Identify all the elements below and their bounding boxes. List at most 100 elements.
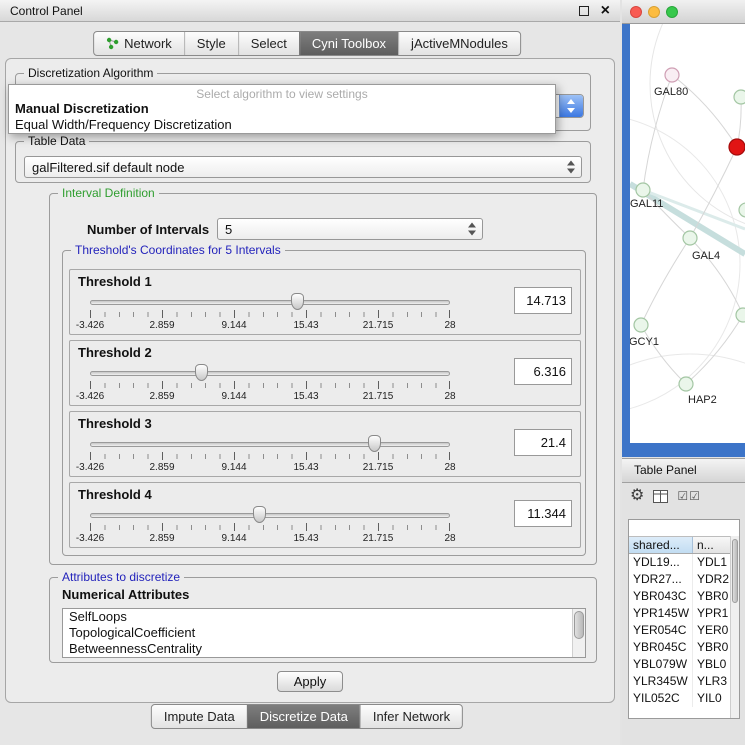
list-item[interactable]: SelfLoops (63, 609, 585, 625)
columns-table-icon[interactable] (653, 490, 668, 503)
cell: YLR345W (629, 673, 693, 690)
threshold-block: Threshold 1 -3.426 (69, 269, 581, 335)
threshold-value-field[interactable]: 21.4 (514, 429, 572, 456)
slider-major-tick (306, 381, 307, 389)
threshold-value-field[interactable]: 14.713 (514, 287, 572, 314)
attributes-group: Attributes to discretize Numerical Attri… (49, 577, 597, 663)
table-row[interactable]: YDL19...YDL1 (629, 554, 739, 571)
network-view-window: GAL80 GAL11 GAL4 GCY1 HAP2 (622, 0, 745, 457)
slider-major-tick (449, 381, 450, 389)
slider-track[interactable] (90, 300, 450, 305)
select-columns-icon[interactable] (677, 489, 701, 503)
network-node[interactable] (679, 377, 693, 391)
bottom-tab-bar: Impute Data Discretize Data Infer Networ… (151, 704, 463, 729)
cell: YIL052C (629, 690, 693, 707)
slider-major-tick (162, 452, 163, 460)
spinner-arrows-icon[interactable] (468, 223, 477, 236)
algorithm-dropdown-popup: Select algorithm to view settings Manual… (8, 84, 556, 134)
close-icon[interactable] (601, 3, 610, 19)
tab-label: Network (124, 36, 172, 51)
network-node[interactable] (665, 68, 679, 82)
network-node[interactable] (634, 318, 648, 332)
table-row[interactable]: YIL052CYIL0 (629, 690, 739, 707)
node-label: GCY1 (630, 336, 659, 348)
cell: YBR045C (629, 639, 693, 656)
network-node[interactable] (636, 183, 650, 197)
spinner-arrows-icon[interactable] (567, 161, 576, 174)
tab-network[interactable]: Network (94, 32, 184, 55)
attributes-listbox[interactable]: SelfLoops TopologicalCoefficient Between… (62, 608, 586, 658)
slider-track[interactable] (90, 371, 450, 376)
number-of-intervals-combobox[interactable]: 5 (217, 218, 483, 240)
slider-major-tick (449, 310, 450, 318)
scrollbar-thumb[interactable] (732, 539, 738, 603)
control-panel: Control Panel Network Style Select Cyni … (0, 0, 620, 745)
slider-thumb[interactable] (195, 364, 208, 381)
slider-major-tick (162, 310, 163, 318)
tab-discretize-data[interactable]: Discretize Data (247, 705, 360, 728)
column-header-shared-name[interactable]: shared... (629, 537, 693, 553)
close-traffic-light-icon[interactable] (630, 6, 642, 18)
slider-track[interactable] (90, 513, 450, 518)
apply-button[interactable]: Apply (277, 671, 343, 692)
tab-jactivemnodules[interactable]: jActiveMNodules (398, 32, 520, 55)
tab-impute-data[interactable]: Impute Data (152, 705, 247, 728)
cell: YPR145W (629, 605, 693, 622)
cell: YDR27... (629, 571, 693, 588)
table-row[interactable]: YBR043CYBR0 (629, 588, 739, 605)
slider-major-tick (234, 452, 235, 460)
threshold-slider[interactable]: -3.426 2.859 9.144 15.43 21.715 28 (90, 505, 450, 547)
tab-cyni-toolbox[interactable]: Cyni Toolbox (299, 32, 398, 55)
network-node[interactable] (736, 308, 745, 322)
table-data-combobox[interactable]: galFiltered.sif default node (24, 156, 582, 178)
table-row[interactable]: YBR045CYBR0 (629, 639, 739, 656)
network-node-selected[interactable] (729, 139, 745, 155)
table-row[interactable]: YER054CYER0 (629, 622, 739, 639)
dropdown-item-manual-discretization[interactable]: Manual Discretization (9, 101, 555, 117)
table-row[interactable]: YLR345WYLR3 (629, 673, 739, 690)
table-row[interactable]: YPR145WYPR1 (629, 605, 739, 622)
list-scrollbar[interactable] (572, 609, 585, 657)
table-scrollbar[interactable] (730, 536, 739, 718)
numerical-attributes-label: Numerical Attributes (62, 587, 189, 602)
threshold-value-field[interactable]: 11.344 (514, 500, 572, 527)
slider-track[interactable] (90, 442, 450, 447)
slider-major-tick (449, 452, 450, 460)
network-node[interactable] (739, 203, 745, 217)
list-item[interactable]: TopologicalCoefficient (63, 625, 585, 641)
slider-thumb[interactable] (253, 506, 266, 523)
combobox-arrows-icon[interactable] (559, 95, 583, 117)
network-node[interactable] (683, 231, 697, 245)
top-tab-bar: Network Style Select Cyni Toolbox jActiv… (93, 31, 521, 56)
tab-label: jActiveMNodules (411, 36, 508, 51)
threshold-block: Threshold 2 -3.426 (69, 340, 581, 406)
slider-major-tick (234, 310, 235, 318)
table-row[interactable]: YBL079WYBL0 (629, 656, 739, 673)
network-node[interactable] (734, 90, 745, 104)
threshold-slider[interactable]: -3.426 2.859 9.144 15.43 21.715 28 (90, 292, 450, 334)
tab-select[interactable]: Select (238, 32, 299, 55)
threshold-slider[interactable]: -3.426 2.859 9.144 15.43 21.715 28 (90, 363, 450, 405)
table-panel: shared... n... YDL19...YDL1 YDR27...YDR2… (622, 483, 745, 745)
gear-icon[interactable] (630, 488, 644, 504)
slider-thumb[interactable] (291, 293, 304, 310)
slider-major-tick (378, 523, 379, 531)
float-window-icon[interactable] (579, 6, 589, 16)
tab-style[interactable]: Style (184, 32, 238, 55)
threshold-value-field[interactable]: 6.316 (514, 358, 572, 385)
scrollbar-thumb[interactable] (574, 611, 584, 639)
group-title: Table Data (24, 134, 89, 148)
dropdown-item-equal-width[interactable]: Equal Width/Frequency Discretization (9, 117, 555, 133)
tab-infer-network[interactable]: Infer Network (360, 705, 462, 728)
table-row[interactable]: YDR27...YDR2 (629, 571, 739, 588)
minimize-traffic-light-icon[interactable] (648, 6, 660, 18)
zoom-traffic-light-icon[interactable] (666, 6, 678, 18)
slider-thumb[interactable] (368, 435, 381, 452)
threshold-slider[interactable]: -3.426 2.859 9.144 15.43 21.715 28 (90, 434, 450, 476)
network-canvas[interactable]: GAL80 GAL11 GAL4 GCY1 HAP2 (630, 24, 745, 443)
slider-major-tick (90, 310, 91, 318)
slider-major-tick (306, 310, 307, 318)
thresholds-group: Threshold's Coordinates for 5 Intervals … (62, 250, 586, 556)
list-item[interactable]: BetweennessCentrality (63, 641, 585, 657)
screen: Control Panel Network Style Select Cyni … (0, 0, 745, 745)
